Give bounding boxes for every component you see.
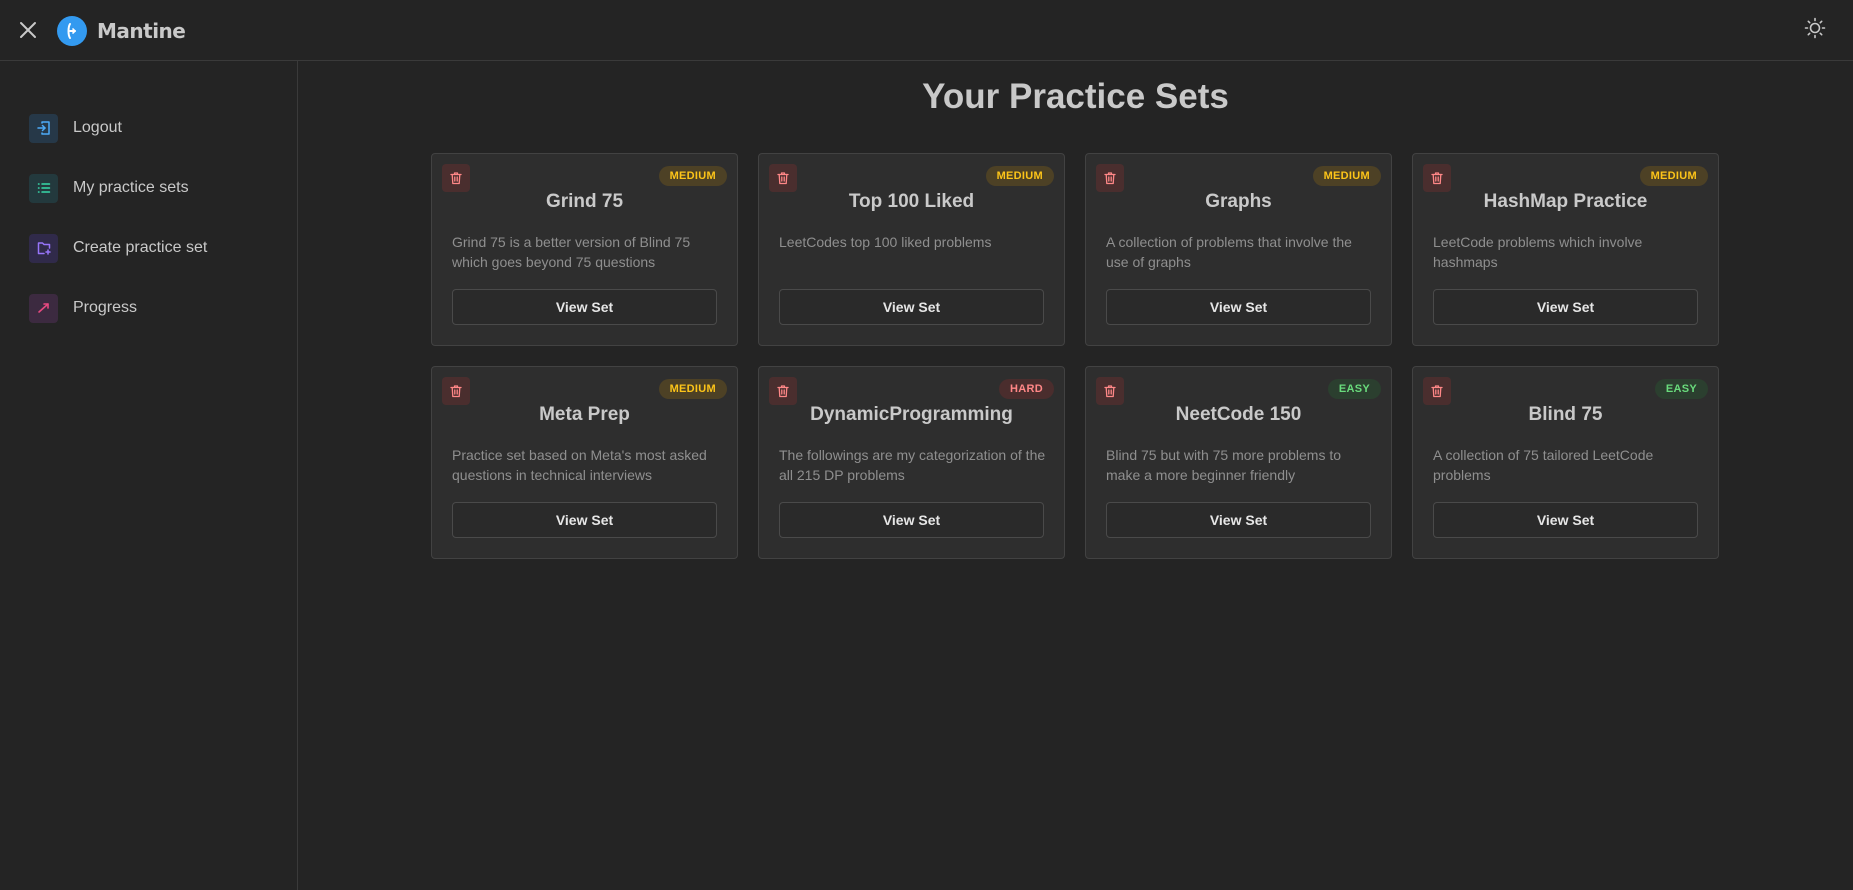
app-header: Mantine (0, 0, 1853, 61)
card-title: Meta Prep (539, 404, 630, 425)
difficulty-badge: MEDIUM (658, 379, 727, 399)
page-title: Your Practice Sets (922, 77, 1229, 116)
mantine-logo-icon (57, 16, 87, 46)
card-description: A collection of problems that involve th… (1106, 234, 1352, 270)
sun-icon[interactable] (1801, 14, 1829, 42)
view-set-button[interactable]: View Set (452, 289, 717, 325)
card-description: The followings are my categorization of … (779, 447, 1046, 483)
card-description: LeetCodes top 100 liked problems (779, 234, 992, 250)
delete-set-button[interactable] (442, 164, 470, 192)
sidebar-item-label: My practice sets (73, 179, 189, 196)
trash-icon (449, 171, 463, 185)
view-set-button[interactable]: View Set (1106, 502, 1371, 538)
logout-icon (29, 113, 58, 143)
card-description: Grind 75 is a better version of Blind 75… (452, 234, 691, 270)
practice-set-card: MEDIUM Top 100 Liked LeetCodes top 100 lik… (758, 153, 1065, 346)
trash-icon (449, 384, 463, 398)
practice-set-card: MEDIUM Graphs A collection of problems tha… (1085, 153, 1392, 346)
view-set-button[interactable]: View Set (1106, 289, 1371, 325)
close-icon[interactable] (16, 18, 40, 42)
trash-icon (1430, 171, 1444, 185)
practice-set-card: HARD DynamicProgramming The followings are… (758, 366, 1065, 559)
app-logo[interactable]: Mantine (57, 16, 186, 46)
sidebar-item-label: Logout (73, 119, 122, 136)
view-set-button[interactable]: View Set (452, 502, 717, 538)
card-description: Practice set based on Meta's most asked … (452, 447, 707, 483)
card-title: Blind 75 (1528, 404, 1603, 425)
trash-icon (1430, 384, 1444, 398)
card-title: Graphs (1205, 191, 1272, 212)
trash-icon (1103, 171, 1117, 185)
sidebar-item-label: Progress (73, 299, 138, 316)
difficulty-badge: MEDIUM (985, 166, 1054, 186)
difficulty-badge: HARD (999, 379, 1054, 399)
practice-set-grid: MEDIUM Grind 75 Grind 75 is a better versi… (431, 153, 1719, 559)
trash-icon (776, 384, 790, 398)
card-title: Top 100 Liked (848, 191, 975, 212)
difficulty-badge: EASY (1327, 379, 1381, 399)
sidebar: Logout My practice sets Create practice … (0, 61, 298, 890)
practice-set-card: MEDIUM Meta Prep Practice set based on Met… (431, 366, 738, 559)
difficulty-badge: MEDIUM (658, 166, 727, 186)
practice-set-card: MEDIUM Grind 75 Grind 75 is a better versi… (431, 153, 738, 346)
card-description: LeetCode problems which involve hashmaps (1433, 234, 1643, 270)
delete-set-button[interactable] (769, 164, 797, 192)
practice-set-card: EASY Blind 75 A collection of 75 tailored … (1412, 366, 1719, 559)
delete-set-button[interactable] (1423, 377, 1451, 405)
sidebar-item-my-practice-sets[interactable]: My practice sets (0, 158, 297, 218)
card-title: NeetCode 150 (1175, 404, 1302, 425)
view-set-button[interactable]: View Set (779, 502, 1044, 538)
card-title: HashMap Practice (1483, 191, 1648, 212)
sidebar-item-logout[interactable]: Logout (0, 98, 297, 158)
list-icon (29, 173, 58, 203)
delete-set-button[interactable] (1096, 164, 1124, 192)
delete-set-button[interactable] (1423, 164, 1451, 192)
card-description: Blind 75 but with 75 more problems to ma… (1106, 447, 1342, 483)
trash-icon (776, 171, 790, 185)
delete-set-button[interactable] (442, 377, 470, 405)
trash-icon (1103, 384, 1117, 398)
sidebar-item-create-practice-set[interactable]: Create practice set (0, 218, 297, 278)
folder-plus-icon (29, 233, 58, 263)
view-set-button[interactable]: View Set (779, 289, 1044, 325)
delete-set-button[interactable] (1096, 377, 1124, 405)
card-description: A collection of 75 tailored LeetCode pro… (1433, 447, 1654, 483)
practice-set-card: MEDIUM HashMap Practice LeetCode problems … (1412, 153, 1719, 346)
trending-up-icon (29, 293, 58, 323)
practice-set-card: EASY NeetCode 150 Blind 75 but with 75 mor… (1085, 366, 1392, 559)
sidebar-item-progress[interactable]: Progress (0, 278, 297, 338)
delete-set-button[interactable] (769, 377, 797, 405)
difficulty-badge: MEDIUM (1312, 166, 1381, 186)
difficulty-badge: MEDIUM (1639, 166, 1708, 186)
app-name: Mantine (97, 19, 186, 43)
card-title: DynamicProgramming (810, 404, 1013, 425)
sidebar-item-label: Create practice set (73, 239, 208, 256)
view-set-button[interactable]: View Set (1433, 502, 1698, 538)
main-content: Your Practice Sets MEDIUM Grind 75 Grind 7… (298, 61, 1853, 890)
view-set-button[interactable]: View Set (1433, 289, 1698, 325)
card-title: Grind 75 (545, 191, 624, 212)
difficulty-badge: EASY (1654, 379, 1708, 399)
